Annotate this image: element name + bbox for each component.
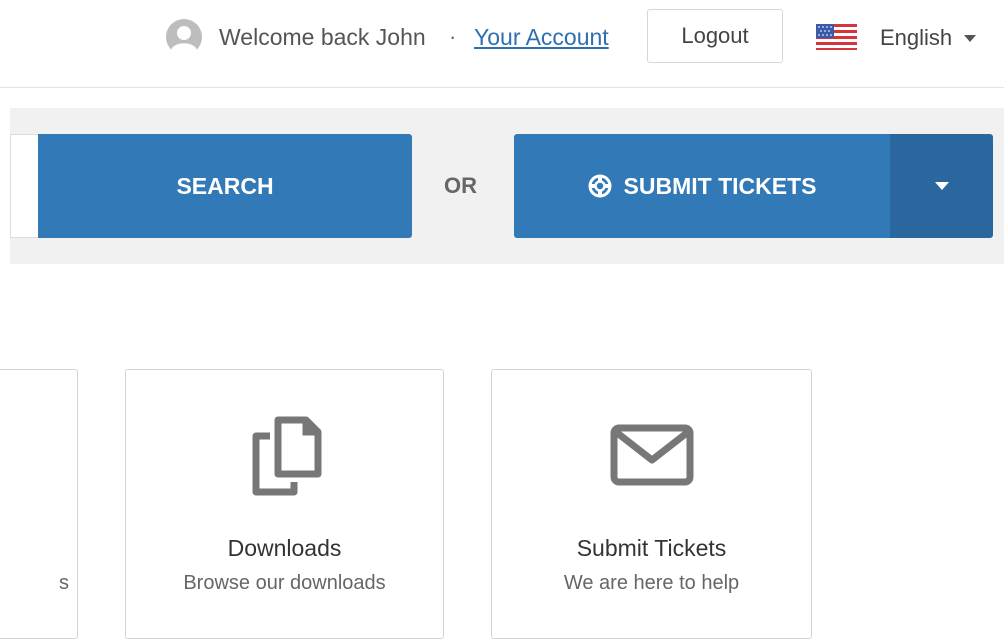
card-title: Downloads bbox=[227, 535, 342, 561]
submit-tickets-card[interactable]: Submit Tickets We are here to help bbox=[491, 369, 812, 639]
your-account-link[interactable]: Your Account bbox=[474, 22, 609, 52]
submit-tickets-label: SUBMIT TICKETS bbox=[623, 172, 817, 199]
envelope-icon bbox=[610, 424, 693, 486]
search-button[interactable]: SEARCH bbox=[38, 134, 412, 238]
downloads-card[interactable]: Downloads Browse our downloads bbox=[125, 369, 444, 639]
submit-tickets-button[interactable]: SUBMIT TICKETS bbox=[514, 134, 890, 238]
caret-down-icon bbox=[964, 34, 977, 42]
separator-dot: · bbox=[449, 24, 457, 49]
user-avatar-icon[interactable] bbox=[166, 19, 202, 55]
submit-dropdown-toggle[interactable] bbox=[890, 134, 993, 238]
partial-card[interactable]: s bbox=[0, 369, 78, 639]
card-title: Submit Tickets bbox=[576, 535, 727, 561]
language-label: English bbox=[880, 25, 953, 50]
or-label: OR bbox=[444, 173, 477, 198]
card-description: s bbox=[59, 572, 69, 594]
top-bar: Welcome back John · Your Account Logout … bbox=[0, 0, 1004, 88]
us-flag-icon[interactable] bbox=[816, 24, 857, 50]
language-selector[interactable]: English bbox=[880, 23, 977, 53]
card-description: We are here to help bbox=[563, 572, 740, 594]
welcome-message: Welcome back John bbox=[219, 24, 426, 50]
card-description: Browse our downloads bbox=[183, 572, 386, 594]
documents-icon bbox=[252, 416, 321, 496]
logout-button[interactable]: Logout bbox=[647, 9, 783, 63]
lifebuoy-icon bbox=[588, 174, 612, 198]
caret-down-icon bbox=[934, 182, 949, 190]
search-input[interactable] bbox=[10, 134, 38, 238]
